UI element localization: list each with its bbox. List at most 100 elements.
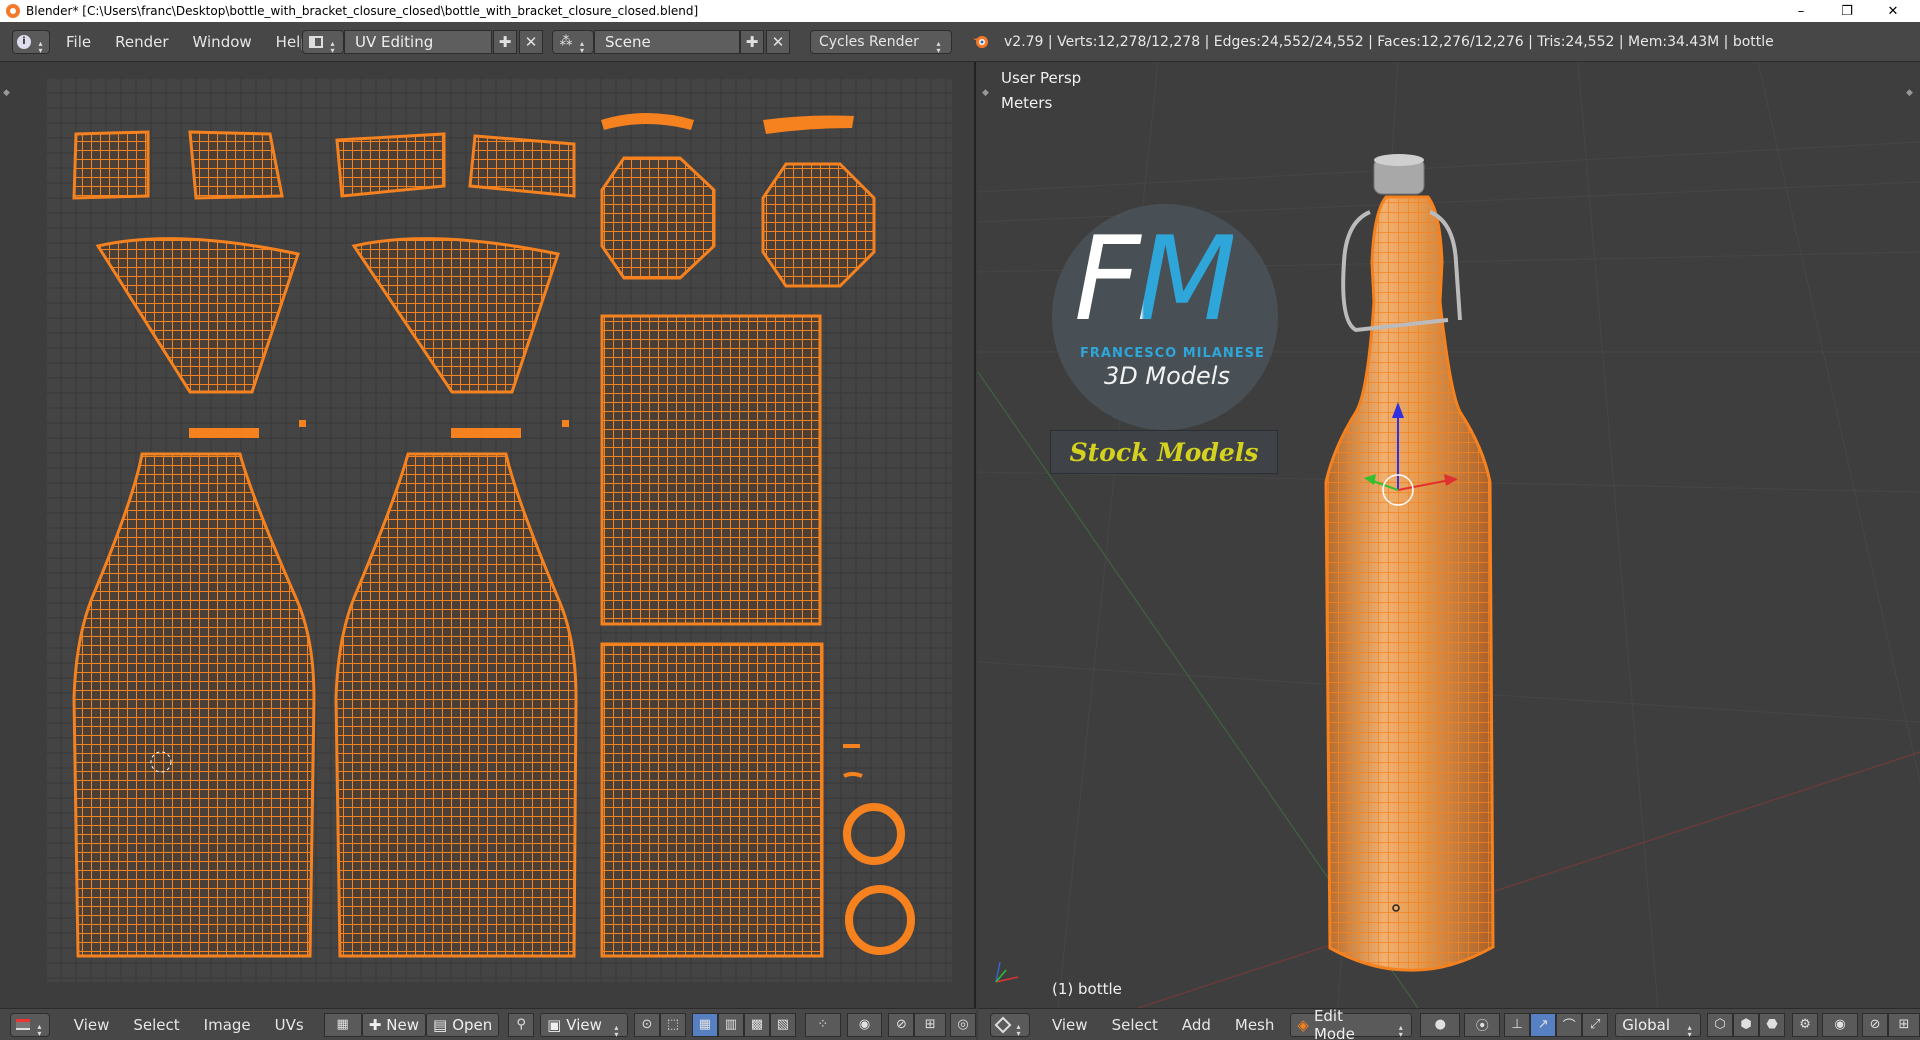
translate-manipulator-button[interactable]: ↗ [1530,1012,1557,1037]
face-mode-icon: ⬣ [1766,1017,1778,1032]
island-icon: ▧ [776,1017,790,1032]
uv-island-small [843,772,863,778]
rotate-manipulator-button[interactable]: ⌒ [1556,1012,1583,1037]
uv-island-rect [600,642,824,958]
editor-type-selector[interactable] [10,1012,50,1037]
vertex-select-mode-button[interactable]: ⬡ [1707,1012,1734,1037]
snap-element-dropdown[interactable]: ⊞ [914,1012,947,1037]
menu-uvs[interactable]: UVs [263,1016,316,1034]
uv-island-octagon [600,156,716,280]
menu-view[interactable]: View [62,1016,122,1034]
view-mode-dropdown[interactable]: ▣ View [540,1012,628,1037]
face-icon: ▩ [750,1017,764,1032]
overlay-icon: ◎ [957,1017,969,1032]
uv-island-ring [189,428,259,438]
uv-island-band [188,130,284,200]
viewport-scene[interactable] [978,62,1920,1008]
collapse-arrow-icon[interactable]: ◆ [1906,88,1916,98]
edge-select-button[interactable]: ▥ [717,1012,744,1037]
pivot-icon: ⦿ [1475,1019,1489,1034]
manipulator-toggle[interactable]: ⊥ [1504,1012,1531,1037]
uv-sync-button[interactable]: ⬚ [659,1012,686,1037]
viewport-grid-line [1757,62,1920,783]
proportional-edit-dropdown[interactable]: ◉ [846,1012,883,1037]
restore-button[interactable]: ❐ [1824,0,1870,22]
scale-manipulator-button[interactable]: ⤢ [1582,1012,1609,1037]
vertex-select-button[interactable]: ▦ [691,1012,718,1037]
menu-image[interactable]: Image [192,1016,263,1034]
updown-arrows-icon [30,1017,44,1033]
pin-image-button[interactable]: ⚲ [508,1012,535,1037]
collapse-arrow-icon[interactable]: ◆ [982,88,992,98]
pivot-point-button[interactable]: ⊙ [633,1012,660,1037]
overlay-toggle[interactable]: ◎ [950,1012,976,1037]
info-header: i File Render Window Help UV Editing ✚ ✕… [0,22,1920,62]
scene-name-field[interactable]: Scene [594,29,740,54]
orientation-label: Global [1622,1015,1671,1034]
scene-selector[interactable]: ⁂ [552,29,594,54]
collapse-arrow-icon[interactable]: ◆ [3,88,13,98]
screen-layout-selector[interactable] [302,29,344,54]
minimize-button[interactable]: – [1778,0,1824,22]
screen-layout-field[interactable]: UV Editing [344,29,492,54]
edge-mode-icon: ⬢ [1740,1017,1752,1032]
sticky-select-dropdown[interactable]: ⁘ [804,1012,841,1037]
editor-type-info-button[interactable]: i [12,29,50,54]
island-select-button[interactable]: ▧ [769,1012,796,1037]
view-mode-label: View [566,1015,602,1034]
viewport-grid-line [1577,62,1659,1008]
add-scene-button[interactable]: ✚ [740,29,764,54]
menu-select[interactable]: Select [121,1016,191,1034]
mode-dropdown[interactable]: ◈ Edit Mode [1290,1009,1413,1040]
scene-icon: ⁂ [559,34,573,49]
render-engine-dropdown[interactable]: Cycles Render [810,29,952,54]
edge-select-mode-button[interactable]: ⬢ [1733,1012,1760,1037]
units-label: Meters [1001,94,1053,112]
shading-dropdown[interactable]: ● [1420,1012,1461,1037]
open-image-button[interactable]: ▤ Open [426,1012,500,1037]
vertex-mode-icon: ⬡ [1714,1017,1726,1032]
new-image-button[interactable]: ✚ New [361,1012,426,1037]
bottle-cap-top [1374,154,1424,166]
scene-statistics: v2.79 | Verts:12,278/12,278 | Edges:24,5… [1004,33,1774,50]
viewport-grid-line [1057,62,1159,1008]
remove-scene-button[interactable]: ✕ [766,29,790,54]
snap-icon: ⊞ [924,1017,936,1032]
view-mode-icon: ▣ [547,1015,562,1034]
snap-element-dropdown[interactable]: ⊞ [1888,1012,1920,1037]
face-select-mode-button[interactable]: ⬣ [1759,1012,1786,1037]
uv-layout-canvas[interactable] [46,78,952,982]
browse-image-button[interactable]: ▦ [323,1012,362,1037]
new-label: New [386,1015,419,1034]
menu-window[interactable]: Window [181,33,264,51]
sticky-icon: ⁘ [817,1017,829,1032]
menu-view[interactable]: View [1040,1016,1100,1034]
edge-icon: ▥ [724,1017,738,1032]
proportional-edit-dropdown[interactable]: ◉ [1822,1012,1859,1037]
menu-file[interactable]: File [54,33,103,51]
3d-viewport[interactable]: ◆ ◆ User Persp Meters (1) bottle FM FRAN… [978,62,1920,1008]
menu-select[interactable]: Select [1100,1016,1170,1034]
menu-mesh[interactable]: Mesh [1223,1016,1287,1034]
uv-editor-header: View Select Image UVs ▦ ✚New ▤Open ⚲ ▣Vi… [0,1008,976,1040]
orientation-dropdown[interactable]: Global [1615,1012,1702,1037]
pivot-point-dropdown[interactable]: ⦿ [1464,1012,1501,1037]
remove-screen-button[interactable]: ✕ [519,29,543,54]
face-select-button[interactable]: ▩ [743,1012,770,1037]
add-screen-button[interactable]: ✚ [493,29,517,54]
edit-mode-icon: ◈ [1297,1015,1309,1034]
snap-toggle[interactable]: ⊘ [1862,1012,1889,1037]
uv-image-editor[interactable]: ◆ [0,62,976,1008]
updown-arrows-icon [573,34,587,50]
mode-label: Edit Mode [1313,1008,1355,1040]
menu-add[interactable]: Add [1170,1016,1223,1034]
blender-logo-icon [972,33,990,51]
occlude-geometry-toggle[interactable]: ⚙ [1792,1012,1819,1037]
menu-render[interactable]: Render [103,33,180,51]
viewport-grid-line [978,141,1920,193]
editor-type-selector[interactable] [990,1012,1030,1037]
vertex-icon: ▦ [698,1017,712,1032]
close-button[interactable]: ✕ [1870,0,1916,22]
red-axis-line [1137,751,1920,1008]
snap-toggle[interactable]: ⊘ [888,1012,915,1037]
